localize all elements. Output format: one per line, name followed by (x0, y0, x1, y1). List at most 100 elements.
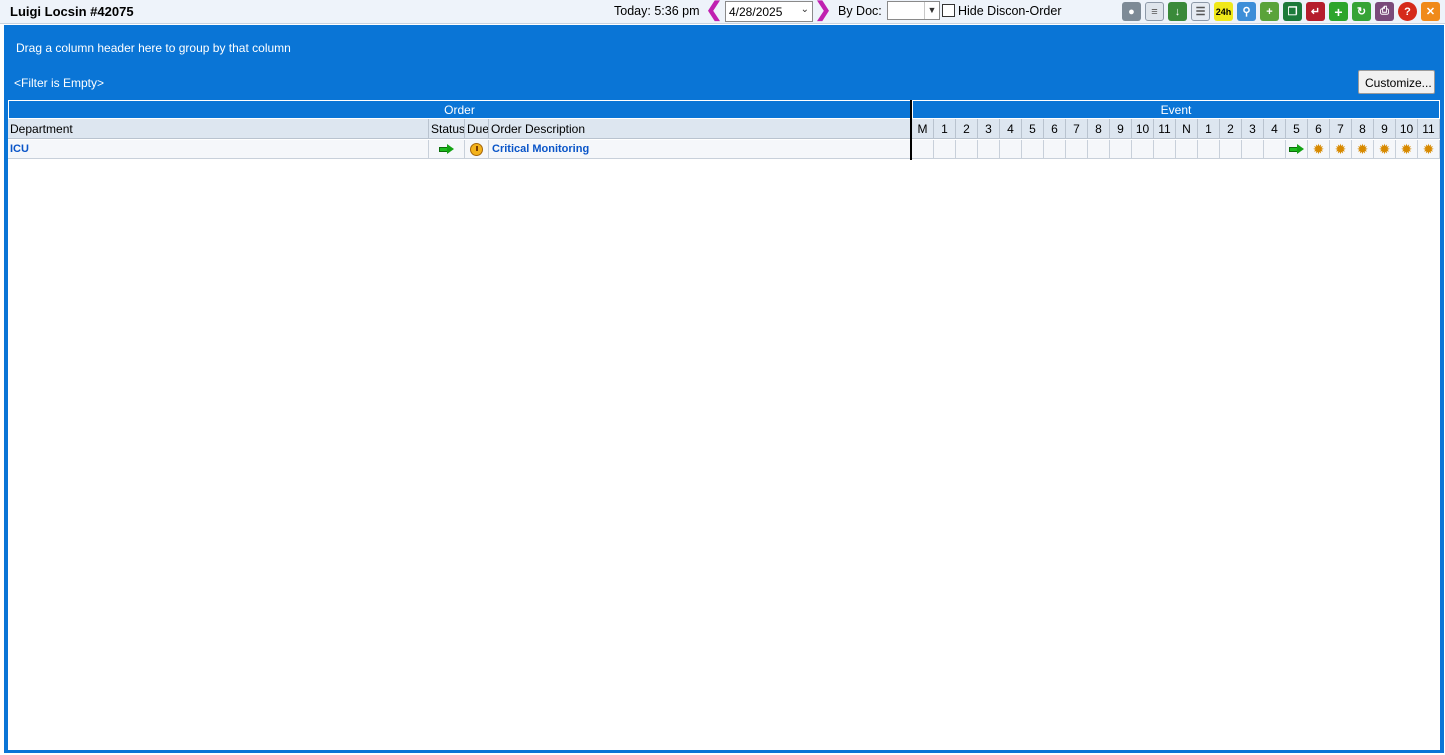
hide-discon-checkbox[interactable] (942, 4, 955, 17)
date-picker[interactable]: 4/28/2025 ⌄ (725, 1, 813, 22)
col-order-description[interactable]: Order Description (489, 119, 911, 139)
today-readout: Today: 5:36 pm (614, 4, 700, 18)
event-cell[interactable]: ✹ (1330, 140, 1352, 159)
col-hour[interactable]: 9 (1110, 119, 1132, 139)
chevron-down-icon: ▼ (924, 2, 939, 19)
sun-icon: ✹ (1422, 141, 1435, 157)
col-hour[interactable]: 2 (956, 119, 978, 139)
next-date-button[interactable]: ❯ (814, 0, 832, 20)
col-hour[interactable]: 4 (1264, 119, 1286, 139)
col-hour[interactable]: 8 (1352, 119, 1374, 139)
bydoc-label: By Doc: (838, 4, 882, 18)
prev-date-button[interactable]: ❮ (705, 0, 723, 20)
col-due[interactable]: Due (465, 119, 489, 139)
event-cell[interactable] (1198, 140, 1220, 159)
col-hour[interactable]: 1 (1198, 119, 1220, 139)
event-cell[interactable] (1066, 140, 1088, 159)
col-hour[interactable]: 11 (1418, 119, 1440, 139)
close-icon[interactable]: ✕ (1421, 2, 1440, 21)
col-hour[interactable]: 10 (1396, 119, 1418, 139)
sun-icon: ✹ (1312, 141, 1325, 157)
copy-icon[interactable]: ❐ (1283, 2, 1302, 21)
event-cell[interactable] (934, 140, 956, 159)
event-cell[interactable]: ✹ (1418, 140, 1440, 159)
chevron-down-icon: ⌄ (800, 4, 809, 15)
event-cell[interactable]: ✹ (1308, 140, 1330, 159)
column-header-row: Department Status Due Order Description … (8, 119, 1440, 139)
col-hour[interactable]: 1 (934, 119, 956, 139)
event-cell[interactable] (1286, 140, 1308, 159)
event-cell[interactable] (1132, 140, 1154, 159)
department-cell[interactable]: ICU (10, 143, 29, 155)
col-hour[interactable]: 6 (1308, 119, 1330, 139)
col-hour[interactable]: 5 (1286, 119, 1308, 139)
green-arrow-icon (1289, 144, 1304, 155)
exit-form-icon[interactable]: ↵ (1306, 2, 1325, 21)
sun-icon: ✹ (1334, 141, 1347, 157)
col-hour[interactable]: 4 (1000, 119, 1022, 139)
refresh-icon[interactable]: ↻ (1352, 2, 1371, 21)
col-department[interactable]: Department (8, 119, 429, 139)
today-time: 5:36 pm (654, 4, 700, 18)
table-row[interactable]: ICU Critical Monitoring ✹ ✹ ✹ ✹ ✹ ✹ (8, 140, 1440, 159)
filter-status[interactable]: <Filter is Empty> (14, 76, 104, 90)
group-by-hint[interactable]: Drag a column header here to group by th… (16, 41, 291, 55)
event-cell[interactable] (1176, 140, 1198, 159)
event-cell[interactable] (978, 140, 1000, 159)
order-description-cell[interactable]: Critical Monitoring (492, 143, 589, 155)
customize-button[interactable]: Customize... (1358, 70, 1435, 94)
green-arrow-icon (439, 144, 454, 155)
hide-discon-label: Hide Discon-Order (958, 4, 1062, 18)
event-cell[interactable] (1242, 140, 1264, 159)
event-cell[interactable] (956, 140, 978, 159)
due-cell[interactable] (465, 140, 489, 159)
add-icon[interactable]: + (1329, 2, 1348, 21)
event-cell[interactable] (1154, 140, 1176, 159)
sun-icon: ✹ (1378, 141, 1391, 157)
event-cell[interactable] (1264, 140, 1286, 159)
col-hour[interactable]: 3 (978, 119, 1000, 139)
col-hour[interactable]: 11 (1154, 119, 1176, 139)
col-hour[interactable]: N (1176, 119, 1198, 139)
zoom-icon[interactable]: ⚲ (1237, 2, 1256, 21)
doctor-icon[interactable]: ● (1122, 2, 1141, 21)
col-hour[interactable]: 2 (1220, 119, 1242, 139)
event-cell[interactable]: ✹ (1352, 140, 1374, 159)
bydoc-select[interactable]: ▼ (887, 1, 940, 20)
event-cell[interactable]: ✹ (1396, 140, 1418, 159)
help-icon[interactable]: ? (1398, 2, 1417, 21)
col-hour[interactable]: 7 (1330, 119, 1352, 139)
col-hour[interactable]: 7 (1066, 119, 1088, 139)
add-note-icon[interactable]: + (1260, 2, 1279, 21)
event-cell[interactable] (1220, 140, 1242, 159)
top-toolbar: Luigi Locsin #42075 Today: 5:36 pm ❮ 4/2… (0, 0, 1445, 24)
col-hour[interactable]: 5 (1022, 119, 1044, 139)
import-icon[interactable]: ↓ (1168, 2, 1187, 21)
col-hour[interactable]: M (912, 119, 934, 139)
status-cell[interactable] (429, 140, 465, 159)
event-cell[interactable] (1110, 140, 1132, 159)
sun-icon: ✹ (1356, 141, 1369, 157)
event-cell[interactable]: ✹ (1374, 140, 1396, 159)
band-order: Order (8, 100, 911, 119)
col-hour[interactable]: 3 (1242, 119, 1264, 139)
document-icon[interactable]: ☰ (1191, 2, 1210, 21)
24h-icon[interactable]: 24h (1214, 2, 1233, 21)
band-event: Event (912, 100, 1440, 119)
today-label: Today: (614, 4, 651, 18)
event-cell[interactable] (1000, 140, 1022, 159)
col-hour[interactable]: 9 (1374, 119, 1396, 139)
clock-icon (470, 143, 483, 156)
col-status[interactable]: Status (429, 119, 465, 139)
col-hour[interactable]: 8 (1088, 119, 1110, 139)
list-icon[interactable]: ≡ (1145, 2, 1164, 21)
event-cell[interactable] (1044, 140, 1066, 159)
sun-icon: ✹ (1400, 141, 1413, 157)
event-cell[interactable] (1022, 140, 1044, 159)
print-icon[interactable]: ⎙ (1375, 2, 1394, 21)
event-cell[interactable] (912, 140, 934, 159)
event-cell[interactable] (1088, 140, 1110, 159)
col-hour[interactable]: 6 (1044, 119, 1066, 139)
col-hour[interactable]: 10 (1132, 119, 1154, 139)
band-divider (910, 100, 912, 160)
